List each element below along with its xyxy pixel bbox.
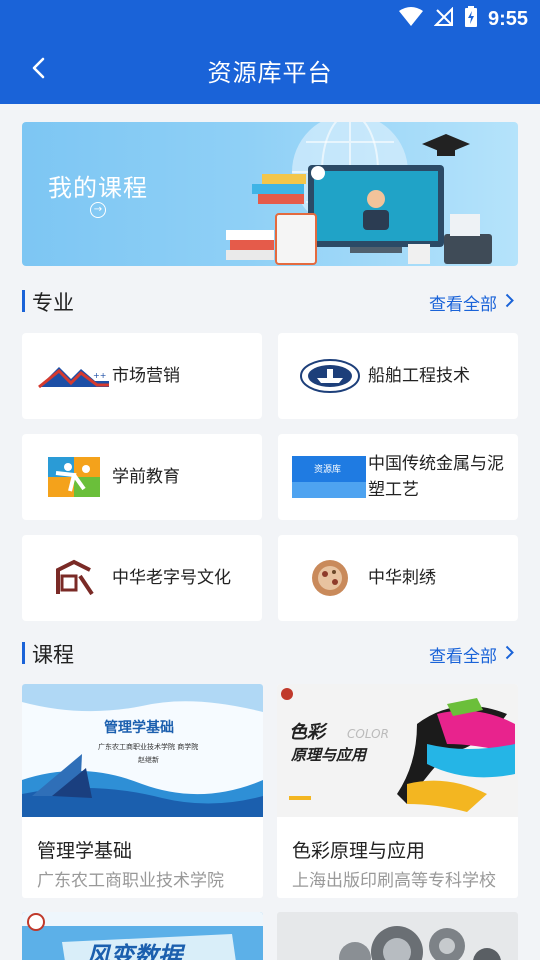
major-card[interactable]: 船舶工程技术 [278, 333, 518, 419]
thumb-watermark: COLOR [347, 727, 389, 741]
section-accent-bar [22, 290, 25, 312]
course-card[interactable]: 管理学基础 广东农工商职业技术学院 商学院 赵继新 管理学基础 广东农工商职业技… [22, 684, 263, 898]
battery-charging-icon [464, 6, 478, 32]
view-all-label: 查看全部 [429, 295, 497, 315]
preschool-education-logo-icon [36, 452, 112, 502]
course-school: 上海出版印刷高等专科学校 [292, 871, 496, 891]
course-card[interactable] [277, 912, 518, 960]
chevron-right-icon [505, 645, 514, 665]
embroidery-logo-icon [292, 553, 368, 603]
major-label: 船舶工程技术 [368, 366, 470, 386]
banner-illustration [226, 122, 492, 265]
svg-text:++: ++ [93, 371, 106, 380]
majors-section-header: 专业 查看全部 [22, 286, 518, 316]
status-time: 9:55 [487, 7, 528, 30]
wifi-icon [398, 7, 424, 31]
chevron-right-icon [505, 293, 514, 313]
major-label: 市场营销 [112, 366, 180, 386]
course-school: 广东农工商职业技术学院 [37, 871, 224, 891]
my-courses-banner[interactable]: 我的课程 → [22, 122, 518, 266]
view-all-label: 查看全部 [429, 647, 497, 667]
thumb-subtitle: 广东农工商职业技术学院 商学院 [98, 742, 198, 751]
major-card[interactable]: ++ 市场营销 [22, 333, 262, 419]
shipbuilding-logo-icon [292, 351, 368, 401]
no-signal-icon [433, 6, 454, 31]
thumb-title: 风变数据 [86, 942, 186, 960]
course-name: 管理学基础 [37, 840, 133, 862]
thumb-title-part1: 色彩 [289, 722, 328, 743]
course-card[interactable]: 色彩 COLOR 原理与应用 色彩原理与应用 上海出版印刷高等专科学校 [277, 684, 518, 898]
course-card[interactable]: 风变数据 [22, 912, 263, 960]
section-accent-bar [22, 642, 25, 664]
thumb-title: 管理学基础 [104, 719, 174, 736]
status-bar: 9:55 [0, 0, 540, 36]
resource-library-logo-icon: 资源库 [292, 456, 366, 498]
major-label: 学前教育 [112, 467, 180, 487]
major-label: 中华刺绣 [368, 568, 436, 588]
thumb-author: 赵继新 [138, 755, 159, 764]
course-thumbnail: 管理学基础 广东农工商职业技术学院 商学院 赵继新 [22, 684, 263, 817]
thumb-title-part2: 原理与应用 [290, 746, 368, 764]
major-label: 中国传统金属与泥塑工艺 [368, 454, 504, 500]
courses-heading: 课程 [32, 643, 74, 667]
app-bar: 资源库平台 [0, 36, 540, 104]
heritage-brand-logo-icon [36, 553, 112, 603]
majors-view-all-link[interactable]: 查看全部 [429, 290, 514, 315]
majors-heading: 专业 [32, 291, 74, 315]
svg-text:资源库: 资源库 [314, 463, 341, 475]
major-card[interactable]: 学前教育 [22, 434, 262, 520]
arrow-circle-icon: → [90, 202, 106, 218]
major-card[interactable]: 资源库 中国传统金属与泥塑工艺 [278, 434, 518, 520]
major-label: 中华老字号文化 [112, 568, 231, 588]
course-thumbnail [277, 912, 518, 960]
course-name: 色彩原理与应用 [292, 840, 426, 862]
banner-title: 我的课程 [48, 174, 148, 202]
major-card[interactable]: 中华刺绣 [278, 535, 518, 621]
courses-view-all-link[interactable]: 查看全部 [429, 642, 514, 667]
marketing-logo-icon: ++ [36, 351, 112, 401]
courses-section-header: 课程 查看全部 [22, 638, 518, 668]
course-thumbnail: 风变数据 [22, 912, 263, 960]
major-card[interactable]: 中华老字号文化 [22, 535, 262, 621]
course-thumbnail: 色彩 COLOR 原理与应用 [277, 684, 518, 817]
page-title: 资源库平台 [207, 59, 333, 87]
